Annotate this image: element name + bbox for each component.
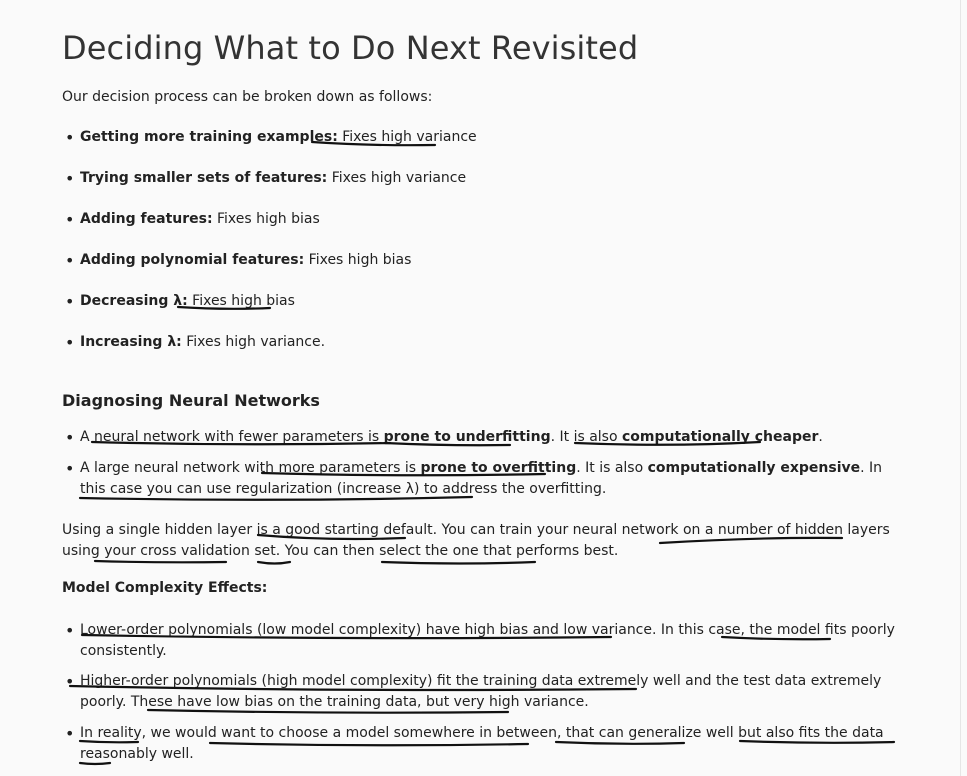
section-heading-complexity: Model Complexity Effects:: [62, 580, 268, 596]
list-item: In reality, we would want to choose a mo…: [65, 723, 907, 765]
item-emphasis: computationally expensive: [647, 460, 861, 476]
item-label: Getting more training examples:: [80, 129, 338, 145]
item-label: Adding polynomial features:: [80, 252, 305, 268]
item-text: Lower-order polynomials (low model compl…: [80, 622, 895, 659]
list-item: A neural network with fewer parameters i…: [65, 427, 907, 448]
item-label: Trying smaller sets of features:: [80, 170, 328, 186]
list-item: Getting more training examples: Fixes hi…: [65, 129, 477, 147]
list-item: Adding polynomial features: Fixes high b…: [65, 252, 412, 270]
item-text: .: [818, 429, 823, 445]
item-text: Fixes high variance: [327, 170, 467, 186]
document-page: Deciding What to Do Next Revisited Our d…: [0, 0, 967, 776]
item-text: . It is also: [576, 460, 648, 476]
list-item: Increasing λ: Fixes high variance.: [65, 334, 326, 352]
item-emphasis: computationally cheaper: [621, 429, 819, 445]
item-emphasis: prone to overfitting: [420, 460, 577, 476]
item-text: Fixes high bias: [304, 252, 412, 268]
ink-underline: [256, 560, 292, 565]
item-label: Decreasing λ:: [80, 293, 188, 309]
item-text: In reality, we would want to choose a mo…: [80, 725, 884, 762]
list-item: Trying smaller sets of features: Fixes h…: [65, 170, 467, 188]
item-text: A large neural network with more paramet…: [80, 460, 421, 476]
section-heading-neural-networks: Diagnosing Neural Networks: [62, 391, 320, 410]
ink-underline: [380, 560, 537, 565]
item-label: Adding features:: [80, 211, 213, 227]
page-title: Deciding What to Do Next Revisited: [62, 29, 639, 67]
list-item: A large neural network with more paramet…: [65, 458, 907, 500]
list-item: Decreasing λ: Fixes high bias: [65, 293, 295, 311]
page-edge: [960, 0, 961, 776]
list-item: Adding features: Fixes high bias: [65, 211, 320, 229]
list-item: Higher-order polynomials (high model com…: [65, 671, 907, 713]
item-text: Fixes high bias: [187, 293, 295, 309]
list-item: Lower-order polynomials (low model compl…: [65, 620, 907, 662]
intro-text: Our decision process can be broken down …: [62, 89, 433, 105]
item-text: Higher-order polynomials (high model com…: [80, 673, 882, 710]
item-text: . It is also: [550, 429, 622, 445]
paragraph-hidden-layers: Using a single hidden layer is a good st…: [62, 522, 890, 559]
item-text: Fixes high variance.: [181, 334, 326, 350]
item-emphasis: prone to underfitting: [383, 429, 551, 445]
item-text: Fixes high bias: [212, 211, 320, 227]
item-text: A neural network with fewer parameters i…: [80, 429, 384, 445]
item-text: Fixes high variance: [337, 129, 477, 145]
item-label: Increasing λ:: [80, 334, 182, 350]
